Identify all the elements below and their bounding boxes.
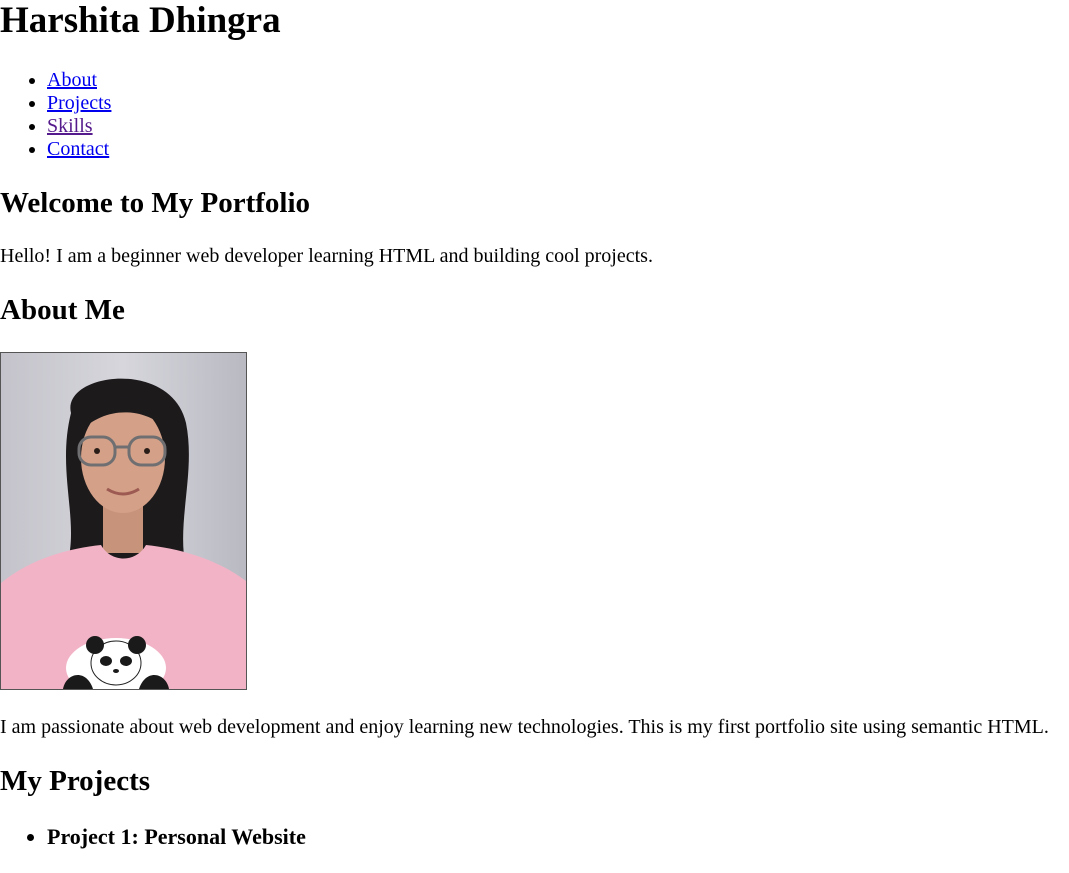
projects-heading: My Projects xyxy=(0,765,151,797)
list-item: Project 1: Personal Website xyxy=(47,824,306,850)
welcome-heading: Welcome to My Portfolio xyxy=(0,187,311,219)
nav-item-contact: Contact xyxy=(47,138,111,161)
nav-link-projects[interactable]: Projects xyxy=(47,92,111,114)
about-heading: About Me xyxy=(0,294,125,326)
nav-item-projects: Projects xyxy=(47,92,111,115)
profile-photo xyxy=(0,352,247,690)
project-list: Project 1: Personal Website xyxy=(0,824,306,850)
nav-link-skills[interactable]: Skills xyxy=(47,115,93,137)
project-title: Project 1: Personal Website xyxy=(47,824,306,849)
site-title: Harshita Dhingra xyxy=(0,0,281,41)
nav-link-contact[interactable]: Contact xyxy=(47,138,109,160)
profile-photo-illustration xyxy=(1,353,246,689)
nav-item-skills: Skills xyxy=(47,115,111,138)
nav-item-about: About xyxy=(47,69,111,92)
welcome-text: Hello! I am a beginner web developer lea… xyxy=(0,245,653,267)
nav-link-about[interactable]: About xyxy=(47,69,97,91)
about-text: I am passionate about web development an… xyxy=(0,716,1049,738)
nav-list: About Projects Skills Contact xyxy=(0,69,111,161)
